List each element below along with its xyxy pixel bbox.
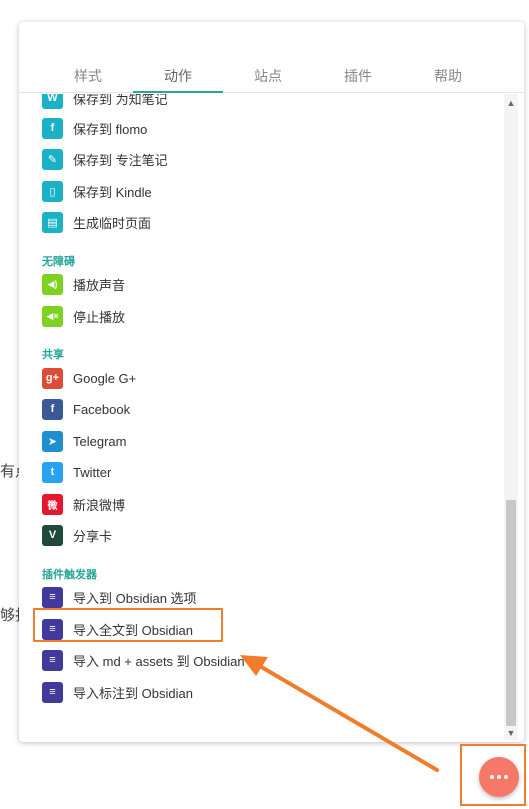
annotation-arrow-icon [240, 655, 439, 772]
tab-plugin[interactable]: 插件 [313, 66, 403, 86]
active-tab-indicator [133, 91, 223, 93]
tab-action[interactable]: 动作 [133, 66, 223, 86]
tab-bar: 样式 动作 站点 插件 帮助 [19, 22, 524, 94]
tab-divider [19, 92, 524, 93]
more-dots-icon [490, 775, 508, 779]
tab-help[interactable]: 帮助 [403, 66, 493, 86]
more-menu-button[interactable] [479, 757, 519, 797]
tab-site[interactable]: 站点 [223, 66, 313, 86]
tab-style[interactable]: 样式 [43, 66, 133, 86]
